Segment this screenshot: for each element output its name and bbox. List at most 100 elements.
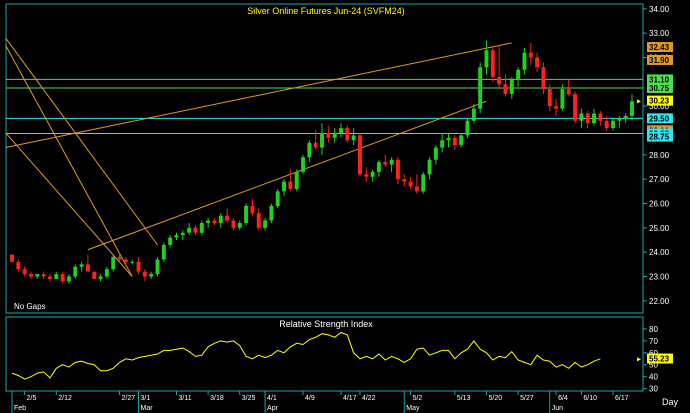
x-date-label: 5/2 (413, 395, 423, 402)
candle-body (579, 113, 584, 121)
rsi-last-value-arrow: ▸ (637, 354, 641, 363)
price-y-tick-label: 24.00 (649, 248, 670, 257)
candle-body (263, 220, 268, 228)
price-label: 30.75 (649, 84, 670, 93)
candle-body (339, 128, 343, 133)
candle-body (459, 135, 464, 146)
x-date-label: 6/10 (583, 395, 597, 402)
candle-body (528, 52, 533, 58)
background (0, 0, 690, 413)
candle-body (313, 142, 318, 148)
candle-body (478, 67, 483, 109)
candle-body (357, 135, 362, 175)
candle-body (541, 67, 546, 90)
x-date-label: 3/1 (141, 395, 151, 402)
price-label: 29.50 (649, 114, 670, 123)
candle-body (180, 232, 185, 236)
candle-body (560, 89, 565, 109)
candle-body (389, 159, 394, 165)
candle-body (256, 213, 261, 228)
x-date-label: 5/20 (488, 395, 502, 402)
candle-body (54, 274, 59, 279)
candle-body (111, 257, 116, 270)
candle-body (250, 205, 255, 214)
candle-body (345, 128, 350, 141)
rsi-last-value: 55.23 (649, 354, 670, 363)
candle-body (187, 227, 192, 233)
candle-body (573, 94, 578, 121)
candle-body (370, 171, 375, 177)
price-y-tick-label: 34.00 (649, 5, 670, 14)
candle-body (433, 147, 438, 160)
candle-body (516, 69, 521, 80)
candle-body (288, 181, 293, 189)
x-date-label: 3/25 (242, 395, 256, 402)
chart-title: Silver Online Futures Jun-24 (SVFM24) (247, 6, 405, 16)
rsi-y-tick-label: 40 (649, 373, 658, 382)
x-date-label: 2/12 (58, 395, 72, 402)
candle-body (408, 181, 413, 187)
rsi-y-tick-label: 80 (649, 325, 658, 334)
candle-body (117, 257, 122, 260)
candle-body (604, 120, 609, 129)
candle-body (130, 261, 135, 263)
candle-body (199, 222, 204, 233)
candle-body (155, 259, 160, 275)
candle-body (98, 276, 103, 279)
x-date-label: 4/1 (267, 395, 277, 402)
x-month-label: Jun (552, 405, 563, 412)
candle-body (225, 215, 230, 221)
candle-body (149, 274, 154, 277)
candle-body (364, 174, 369, 177)
price-y-tick-label: 23.00 (649, 273, 670, 282)
candle-body (22, 269, 27, 275)
price-y-tick-label: 27.00 (649, 175, 670, 184)
candle-body (275, 191, 280, 206)
price-label: 32.43 (649, 43, 670, 52)
candle-body (136, 261, 141, 272)
candle-body (452, 137, 457, 146)
candle-body (320, 132, 324, 148)
rsi-y-tick-label: 30 (649, 385, 658, 394)
candle-body (490, 50, 495, 77)
x-month-label: May (406, 405, 420, 412)
candle-body (522, 52, 527, 70)
price-y-tick-label: 26.00 (649, 200, 670, 209)
x-date-label: 4/22 (362, 395, 376, 402)
candle-body (376, 162, 381, 172)
candle-body (351, 135, 356, 141)
candle-body (611, 120, 615, 129)
candle-body (617, 118, 622, 121)
x-date-label: 3/18 (210, 395, 224, 402)
candle-body (237, 222, 242, 228)
candle-body (326, 132, 331, 138)
candle-body (142, 271, 147, 277)
candle-body (446, 137, 451, 141)
candle-body (16, 261, 21, 270)
candle-body (161, 244, 166, 260)
candle-body (566, 89, 571, 95)
candle-body (123, 259, 128, 262)
candle-body (47, 276, 52, 279)
x-date-label: 2/27 (122, 395, 136, 402)
x-date-label: 3/11 (178, 395, 191, 402)
candle-body (218, 215, 223, 223)
candle-body (294, 171, 299, 189)
candle-body (503, 84, 508, 95)
candle-body (212, 220, 217, 223)
candle-body (402, 179, 407, 182)
candle-body (41, 274, 46, 277)
candle-body (29, 274, 33, 277)
x-date-label: 6/4 (558, 395, 568, 402)
candle-body (465, 120, 470, 136)
x-month-label: Feb (14, 405, 26, 412)
candle-body (484, 50, 489, 68)
candle-body (269, 205, 274, 221)
price-label: 28.75 (649, 133, 670, 142)
candle-body (104, 269, 109, 277)
candle-body (395, 159, 400, 180)
x-date-label: 5/13 (457, 395, 471, 402)
price-y-tick-label: 28.00 (649, 151, 670, 160)
x-date-label: 2/5 (27, 395, 37, 402)
x-date-label: 6/17 (615, 395, 629, 402)
